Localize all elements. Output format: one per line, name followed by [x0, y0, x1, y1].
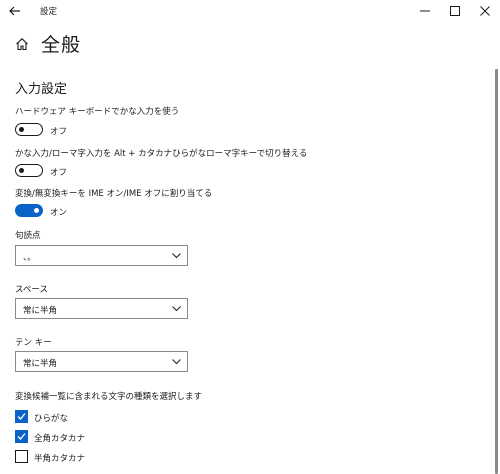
minimize-button[interactable] [410, 0, 440, 22]
tenkey-label: テン キー [15, 338, 52, 348]
hardware-keyboard-label: ハードウェア キーボードでかな入力を使う [15, 107, 180, 117]
section-title: 入力設定 [15, 82, 68, 97]
chevron-down-icon [172, 306, 181, 312]
space-dropdown[interactable]: 常に半角 [15, 298, 188, 319]
kana-romaji-switch-state: オフ [50, 168, 68, 178]
settings-window: 設定 全般 入力設定 ハードウェア キーボードでかな入力を使う オフ かな入力/… [0, 0, 500, 474]
checkmark-icon [17, 433, 26, 440]
hankaku-katakana-label: 半角カタカナ [34, 454, 86, 464]
close-button[interactable] [470, 0, 500, 22]
kana-romaji-switch-label: かな入力/ローマ字入力を Alt + カタカナひらがなローマ字キーで切り替える [15, 149, 308, 159]
chevron-down-icon [172, 253, 181, 259]
checkmark-icon [17, 413, 26, 420]
zenkaku-katakana-label: 全角カタカナ [34, 434, 86, 444]
window-title: 設定 [40, 7, 58, 17]
hiragana-checkbox[interactable] [15, 410, 28, 423]
hardware-keyboard-state: オフ [50, 127, 68, 137]
kana-romaji-switch-toggle[interactable] [15, 164, 43, 177]
title-bar: 設定 [0, 0, 500, 22]
henkan-keys-label: 変換/無変換キーを IME オン/IME オフに割り当てる [15, 189, 213, 199]
hardware-keyboard-toggle[interactable] [15, 123, 43, 136]
maximize-button[interactable] [440, 0, 470, 22]
hiragana-label: ひらがな [34, 414, 69, 424]
punctuation-dropdown[interactable]: 、。 [15, 245, 188, 266]
candidates-label: 変換候補一覧に含まれる文字の種類を選択します [15, 392, 203, 402]
scrollbar-thumb[interactable] [495, 69, 498, 474]
page-title: 全般 [41, 34, 82, 56]
home-icon [16, 38, 28, 51]
back-button[interactable] [6, 2, 24, 20]
henkan-keys-toggle[interactable] [15, 204, 43, 217]
maximize-icon [450, 6, 460, 16]
henkan-keys-state: オン [50, 208, 68, 218]
zenkaku-katakana-checkbox[interactable] [15, 430, 28, 443]
minimize-icon [420, 10, 430, 12]
space-value: 常に半角 [23, 306, 58, 316]
tenkey-dropdown[interactable]: 常に半角 [15, 351, 188, 372]
space-label: スペース [15, 285, 48, 295]
back-arrow-icon [9, 6, 20, 16]
chevron-down-icon [172, 359, 181, 365]
punctuation-label: 句読点 [15, 231, 41, 241]
punctuation-value: 、。 [23, 253, 36, 263]
tenkey-value: 常に半角 [23, 359, 58, 369]
hankaku-katakana-checkbox[interactable] [15, 450, 28, 463]
close-icon [480, 6, 490, 16]
vertical-scrollbar[interactable] [493, 22, 500, 474]
